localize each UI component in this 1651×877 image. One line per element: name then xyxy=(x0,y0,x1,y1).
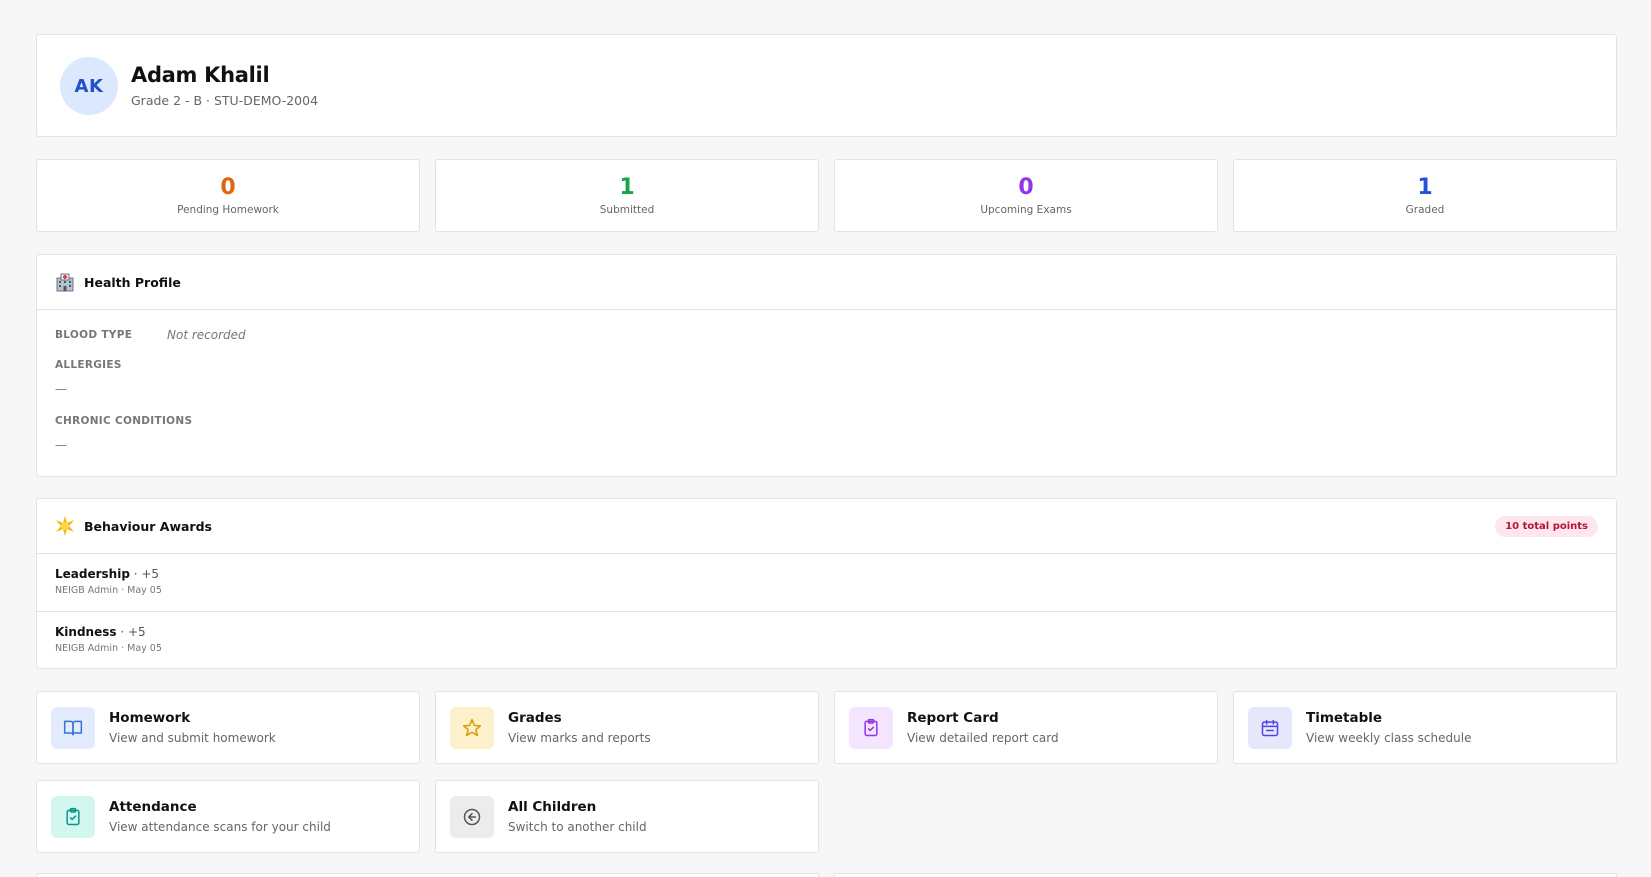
stat-graded: 1 Graded xyxy=(1233,159,1617,232)
clipboard-check-icon xyxy=(849,707,893,749)
health-profile-panel: Health Profile BLOOD TYPE Not recorded A… xyxy=(36,254,1617,477)
tile-title: Homework xyxy=(109,710,191,726)
stat-label: Graded xyxy=(1405,204,1445,216)
total-points-badge: 10 total points xyxy=(1495,516,1598,537)
student-name: Adam Khalil xyxy=(131,63,270,87)
tile-description: View marks and reports xyxy=(508,731,651,745)
tile-description: View weekly class schedule xyxy=(1306,731,1472,745)
tile-title: Report Card xyxy=(907,710,999,726)
stat-value: 1 xyxy=(619,175,635,200)
award-meta: NEIGB Admin · May 05 xyxy=(55,643,162,654)
tile-title: All Children xyxy=(508,799,597,815)
tile-title: Grades xyxy=(508,710,562,726)
stat-label: Upcoming Exams xyxy=(980,204,1072,216)
blood-type-label: BLOOD TYPE xyxy=(55,329,133,341)
all-children-tile[interactable]: All Children Switch to another child xyxy=(435,780,819,853)
behaviour-awards-panel: Behaviour Awards 10 total points Leaders… xyxy=(36,498,1617,669)
blood-type-value: Not recorded xyxy=(167,328,246,342)
arrow-left-circle-icon xyxy=(450,796,494,838)
student-meta: Grade 2 - B · STU-DEMO-2004 xyxy=(131,93,319,108)
stat-label: Pending Homework xyxy=(177,204,279,216)
health-profile-title: Health Profile xyxy=(84,274,181,290)
award-points: · +5 xyxy=(116,625,146,639)
stat-value: 0 xyxy=(220,175,236,200)
hospital-icon xyxy=(55,272,75,292)
report-card-tile[interactable]: Report Card View detailed report card xyxy=(834,691,1218,764)
star-burst-icon xyxy=(55,516,75,536)
allergies-value: — xyxy=(55,382,67,396)
timetable-tile[interactable]: Timetable View weekly class schedule xyxy=(1233,691,1617,764)
tile-description: View attendance scans for your child xyxy=(109,820,331,834)
book-icon xyxy=(51,707,95,749)
award-name: Kindness xyxy=(55,625,117,639)
award-row: Kindness · +5 NEIGB Admin · May 05 xyxy=(37,611,1616,668)
stat-submitted: 1 Submitted xyxy=(435,159,819,232)
grades-tile[interactable]: Grades View marks and reports xyxy=(435,691,819,764)
stat-pending-homework: 0 Pending Homework xyxy=(36,159,420,232)
bottom-card-left xyxy=(36,873,819,877)
behaviour-awards-header: Behaviour Awards 10 total points xyxy=(37,499,1616,554)
avatar: AK xyxy=(60,57,118,115)
calendar-icon xyxy=(1248,707,1292,749)
clipboard-check-icon xyxy=(51,796,95,838)
health-profile-header: Health Profile xyxy=(37,255,1616,310)
student-profile-card: AK Adam Khalil Grade 2 - B · STU-DEMO-20… xyxy=(36,34,1617,137)
award-points: · +5 xyxy=(129,567,160,581)
stat-value: 1 xyxy=(1417,175,1433,200)
tile-title: Attendance xyxy=(109,799,197,815)
stat-value: 0 xyxy=(1018,175,1034,200)
award-name: Leadership xyxy=(55,567,130,581)
stat-upcoming-exams: 0 Upcoming Exams xyxy=(834,159,1218,232)
chronic-conditions-label: CHRONIC CONDITIONS xyxy=(55,415,193,427)
allergies-label: ALLERGIES xyxy=(55,359,122,371)
tile-description: Switch to another child xyxy=(508,820,647,834)
chronic-conditions-value: — xyxy=(55,438,67,452)
behaviour-awards-title: Behaviour Awards xyxy=(84,518,212,534)
tile-description: View and submit homework xyxy=(109,731,276,745)
tile-description: View detailed report card xyxy=(907,731,1059,745)
homework-tile[interactable]: Homework View and submit homework xyxy=(36,691,420,764)
award-meta: NEIGB Admin · May 05 xyxy=(55,585,162,596)
stat-label: Submitted xyxy=(599,204,655,216)
tile-title: Timetable xyxy=(1306,710,1383,726)
attendance-tile[interactable]: Attendance View attendance scans for you… xyxy=(36,780,420,853)
bottom-card-right xyxy=(834,873,1617,877)
star-icon xyxy=(450,707,494,749)
award-row: Leadership · +5 NEIGB Admin · May 05 xyxy=(37,554,1616,611)
